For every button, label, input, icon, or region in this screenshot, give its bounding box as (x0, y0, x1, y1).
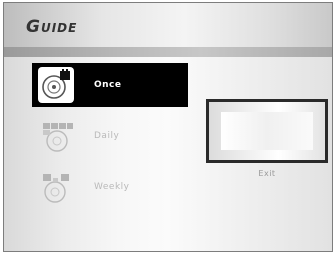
menu-item-once[interactable]: Once (32, 63, 188, 107)
guide-screen: Guide Once Daily Weekly Exit (3, 2, 333, 252)
menu-item-label: Weekly (94, 182, 130, 192)
exit-button[interactable]: Exit (206, 169, 328, 178)
header-bar: Guide (4, 3, 332, 47)
preview-content (221, 112, 313, 150)
menu-item-label: Daily (94, 131, 120, 141)
page-title: Guide (26, 17, 78, 37)
weekly-disc-icon (36, 167, 76, 207)
calendar-disc-icon (36, 116, 76, 156)
disc-timer-icon (36, 65, 76, 105)
menu-item-weekly[interactable]: Weekly (32, 165, 188, 209)
menu-item-label: Once (94, 80, 122, 90)
menu-item-daily[interactable]: Daily (32, 114, 188, 158)
header-divider (4, 47, 332, 57)
preview-window (206, 99, 328, 163)
